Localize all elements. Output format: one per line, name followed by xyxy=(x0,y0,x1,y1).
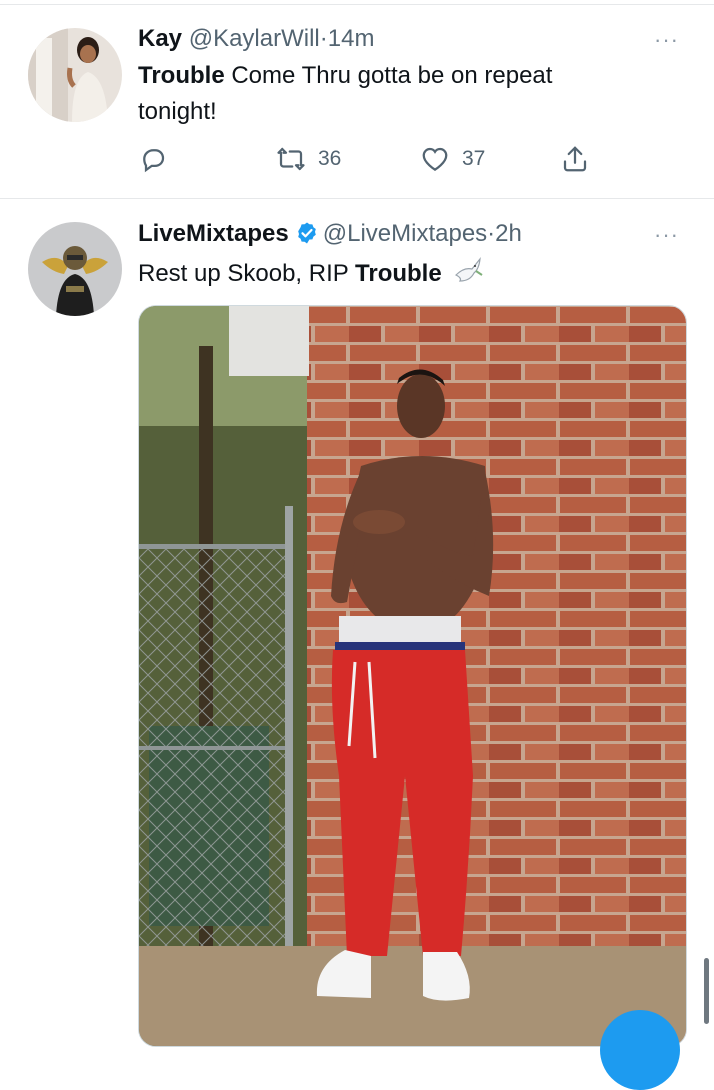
compose-tweet-button[interactable] xyxy=(600,1010,680,1090)
more-icon[interactable]: ··· xyxy=(654,224,679,246)
tweet-keyword: Trouble xyxy=(138,62,225,89)
like-button[interactable]: 37 xyxy=(420,144,485,174)
timestamp[interactable]: 2h xyxy=(495,220,522,247)
handle[interactable]: @KaylarWill xyxy=(189,25,320,52)
reply-icon xyxy=(143,149,165,173)
retweet-count: 36 xyxy=(318,147,342,170)
tweet-text: Rest up Skoob, RIP Trouble xyxy=(138,253,486,298)
dove-icon xyxy=(452,253,486,298)
tweet-keyword: Trouble xyxy=(355,260,442,287)
more-icon[interactable]: ··· xyxy=(654,29,679,51)
verified-badge-icon xyxy=(295,221,319,253)
like-count: 37 xyxy=(462,147,486,170)
tweet-photo[interactable] xyxy=(138,305,687,1047)
reply-button[interactable] xyxy=(138,144,168,174)
retweet-button[interactable]: 36 xyxy=(276,144,341,174)
avatar[interactable] xyxy=(28,222,122,316)
separator: · xyxy=(319,25,328,52)
handle[interactable]: @LiveMixtapes xyxy=(323,220,487,247)
retweet-icon xyxy=(277,147,305,171)
tweet-header: Kay @KaylarWill·14m xyxy=(138,24,374,54)
like-icon xyxy=(422,147,448,171)
top-divider xyxy=(0,4,714,5)
tweet-text-line2: tonight! xyxy=(138,98,217,125)
share-button[interactable] xyxy=(560,144,590,174)
display-name[interactable]: LiveMixtapes xyxy=(138,220,289,247)
avatar[interactable] xyxy=(28,28,122,122)
scrollbar[interactable] xyxy=(704,958,709,1024)
tweet-text-plain: Rest up Skoob, RIP xyxy=(138,260,356,287)
tweet-divider xyxy=(0,198,714,199)
display-name[interactable]: Kay xyxy=(138,25,182,52)
tweet-text-rest: Come Thru gotta be on repeat xyxy=(224,62,553,89)
timestamp[interactable]: 14m xyxy=(328,25,375,52)
tweet-actions: 36 37 xyxy=(138,144,608,176)
tweet-header: LiveMixtapes @LiveMixtapes·2h xyxy=(138,219,522,253)
tweet-text: Trouble Come Thru gotta be on repeat ton… xyxy=(138,58,552,130)
separator: · xyxy=(487,220,496,247)
share-icon xyxy=(563,146,587,172)
